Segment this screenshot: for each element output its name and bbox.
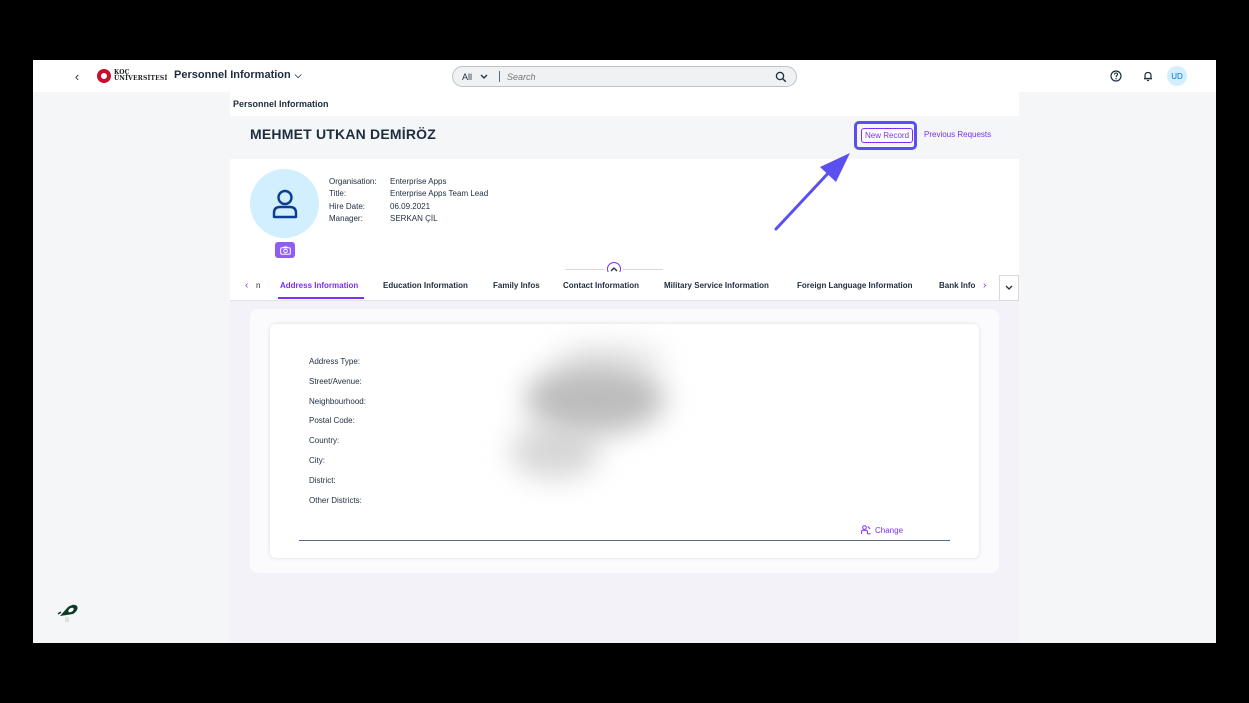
fact-title: Title: Enterprise Apps Team Lead bbox=[329, 189, 489, 199]
tab-bank-info[interactable]: Bank Info bbox=[939, 281, 975, 290]
tabs-overflow-button[interactable] bbox=[999, 275, 1019, 301]
search-scope-select[interactable]: All bbox=[453, 72, 499, 82]
object-header: MEHMET UTKAN DEMİRÖZ New Record Previous… bbox=[230, 116, 1019, 159]
active-tab-indicator bbox=[278, 297, 364, 299]
shell-bar: ‹ KOÇ ÜNİVERSİTESİ Personnel Information… bbox=[33, 60, 1216, 92]
new-record-button[interactable]: New Record bbox=[861, 128, 914, 143]
employee-facts: Organisation: Enterprise Apps Title: Ent… bbox=[329, 176, 488, 225]
label-neighbourhood: Neighbourhood: bbox=[309, 396, 366, 406]
label-postal-code: Postal Code: bbox=[309, 416, 355, 426]
redacted-values bbox=[495, 334, 715, 502]
tab-foreign-language-information[interactable]: Foreign Language Information bbox=[797, 281, 913, 290]
camera-icon bbox=[279, 246, 291, 255]
search-bar: All bbox=[452, 66, 797, 87]
chevron-down-icon: ⌵ bbox=[294, 69, 302, 80]
search-input[interactable] bbox=[500, 71, 760, 82]
app-title: Personnel Information bbox=[174, 69, 291, 81]
chevron-down-icon bbox=[480, 74, 488, 79]
divider bbox=[565, 269, 605, 270]
employee-info: Organisation: Enterprise Apps Title: Ent… bbox=[230, 159, 1019, 276]
app-title-menu[interactable]: Personnel Information ⌵ bbox=[174, 69, 302, 81]
fact-hire-date: Hire Date: 06.09.2021 bbox=[329, 201, 431, 211]
change-label: Change bbox=[875, 525, 904, 535]
tab-address-information[interactable]: Address Information bbox=[280, 281, 358, 290]
employee-photo bbox=[250, 169, 319, 238]
tabs-scroll-right-icon[interactable]: › bbox=[983, 280, 986, 291]
address-fields: Address Type: Street/Avenue: Neighbourho… bbox=[309, 357, 366, 515]
company-logo[interactable]: KOÇ ÜNİVERSİTESİ bbox=[97, 69, 167, 83]
logo-line2: ÜNİVERSİTESİ bbox=[114, 75, 168, 82]
edit-people-icon bbox=[861, 525, 871, 535]
user-avatar[interactable]: UD bbox=[1167, 66, 1187, 86]
object-page: Personnel Information MEHMET UTKAN DEMİR… bbox=[230, 92, 1019, 643]
chevron-down-icon bbox=[1005, 285, 1013, 290]
fact-manager: Manager: SERKAN ÇİL bbox=[329, 213, 438, 223]
search-icon[interactable] bbox=[775, 71, 787, 83]
help-icon[interactable] bbox=[1110, 70, 1122, 82]
tab-military-service-information[interactable]: Military Service Information bbox=[664, 281, 769, 290]
previous-requests-link[interactable]: Previous Requests bbox=[924, 130, 991, 139]
change-button[interactable]: Change bbox=[861, 525, 903, 535]
fact-organisation: Organisation: Enterprise Apps bbox=[329, 177, 447, 186]
label-district: District: bbox=[309, 475, 336, 485]
address-card: Address Type: Street/Avenue: Neighbourho… bbox=[270, 324, 979, 558]
upload-photo-button[interactable] bbox=[275, 242, 295, 258]
logo-mark-icon bbox=[97, 69, 111, 83]
label-other-districts: Other Districts: bbox=[309, 495, 362, 505]
assistant-icon[interactable] bbox=[56, 600, 82, 624]
back-icon[interactable]: ‹ bbox=[69, 68, 85, 84]
label-city: City: bbox=[309, 455, 325, 465]
tab-education-information[interactable]: Education Information bbox=[383, 281, 468, 290]
label-address-type: Address Type: bbox=[309, 357, 360, 366]
divider bbox=[299, 540, 950, 541]
page-title: Personnel Information bbox=[233, 99, 329, 109]
app-window: ‹ KOÇ ÜNİVERSİTESİ Personnel Information… bbox=[33, 60, 1216, 643]
label-street-avenue: Street/Avenue: bbox=[309, 376, 362, 386]
section-tabs: ‹ n Address Information Education Inform… bbox=[230, 272, 1019, 301]
tabs-scroll-left-icon[interactable]: ‹ bbox=[245, 280, 248, 291]
tab-contact-information[interactable]: Contact Information bbox=[563, 281, 639, 290]
person-icon bbox=[272, 189, 297, 218]
bell-icon[interactable] bbox=[1142, 70, 1154, 82]
label-country: Country: bbox=[309, 436, 340, 446]
tab-partial[interactable]: n bbox=[256, 281, 260, 290]
address-section: Address Type: Street/Avenue: Neighbourho… bbox=[250, 309, 999, 573]
employee-name: MEHMET UTKAN DEMİRÖZ bbox=[250, 126, 436, 142]
divider bbox=[623, 269, 663, 270]
tab-family-infos[interactable]: Family Infos bbox=[493, 281, 540, 290]
search-scope-label: All bbox=[462, 71, 473, 82]
